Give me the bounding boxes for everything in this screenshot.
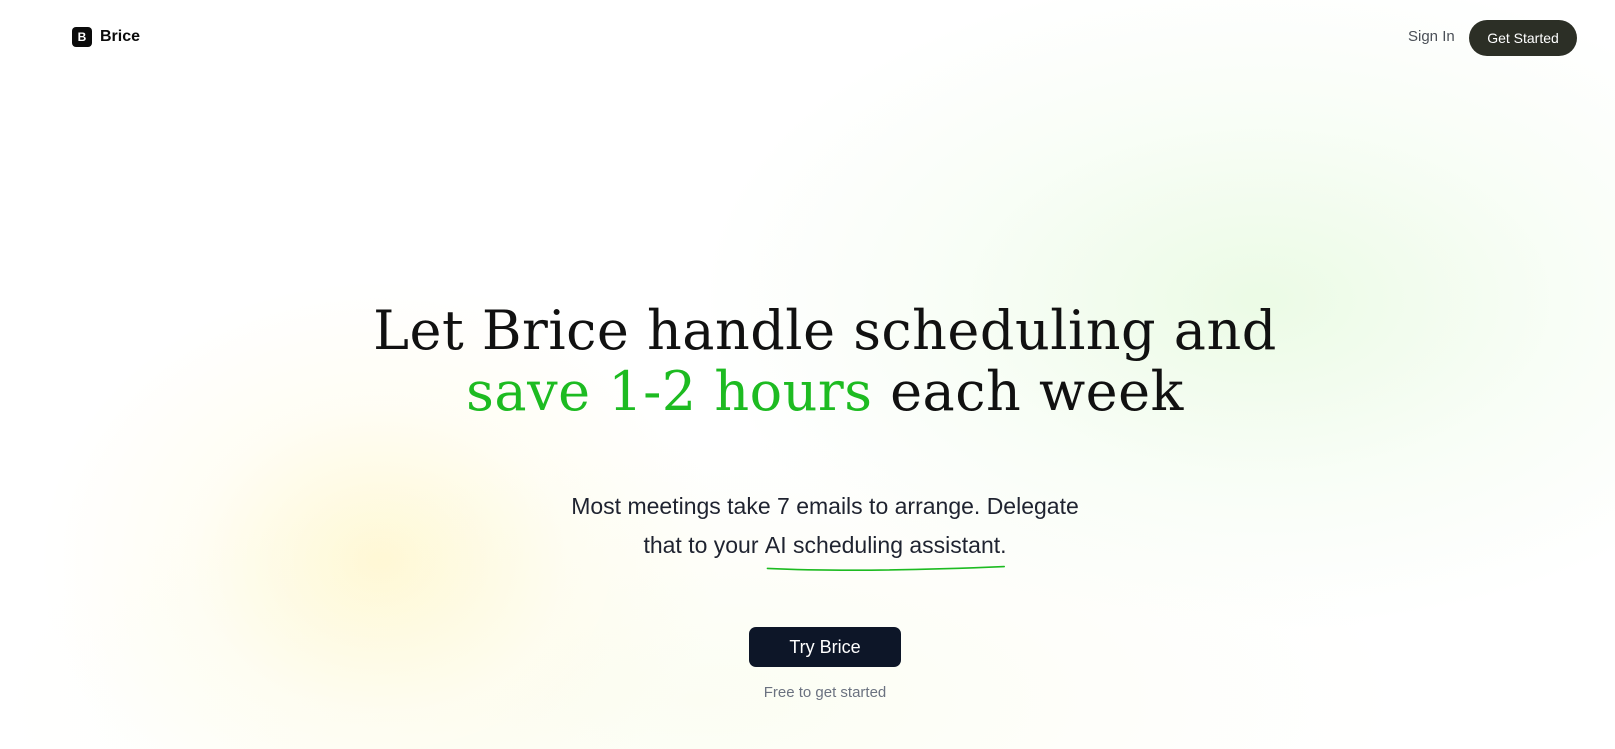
hero-subheading: Most meetings take 7 emails to arrange. … — [0, 487, 1615, 565]
brand-logo[interactable]: B Brice — [72, 27, 140, 47]
cta-note: Free to get started — [763, 684, 887, 701]
headline-accent: save 1-2 hours — [466, 360, 873, 423]
squiggle-underline-icon — [765, 563, 1007, 572]
headline-line-1: Let Brice handle scheduling and — [373, 299, 1277, 362]
headline-rest: each week — [872, 360, 1184, 423]
subheading-line-2-prefix: that to your — [643, 532, 765, 558]
sign-in-link[interactable]: Sign In — [1408, 28, 1455, 45]
logo-mark-icon: B — [72, 27, 92, 47]
subheading-highlight-text: AI scheduling assistant. — [764, 532, 1007, 558]
subheading-highlight: AI scheduling assistant. — [765, 526, 1007, 565]
subheading-line-1: Most meetings take 7 emails to arrange. … — [571, 493, 1079, 519]
hero-headline: Let Brice handle scheduling and save 1-2… — [0, 300, 1615, 422]
landing-page: B Brice Sign In Get Started Let Brice ha… — [0, 0, 1615, 749]
try-brice-button[interactable]: Try Brice — [749, 627, 901, 667]
get-started-button[interactable]: Get Started — [1469, 20, 1577, 56]
brand-name: Brice — [100, 28, 141, 45]
